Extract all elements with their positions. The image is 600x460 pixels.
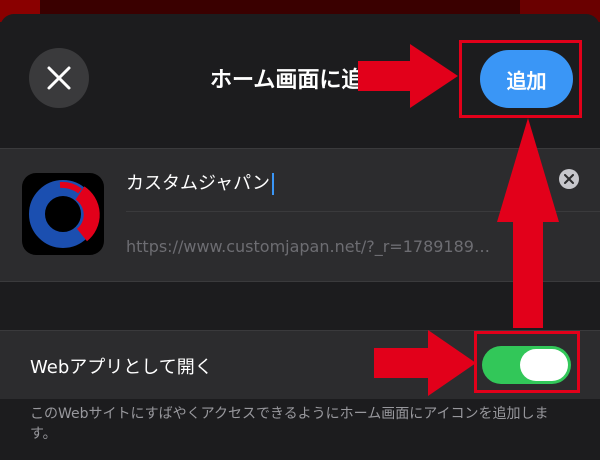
clear-button[interactable] — [559, 169, 579, 189]
description-text: このWebサイトにすばやくアクセスできるようにホーム画面にアイコンを追加します。 — [30, 406, 549, 442]
bookmark-name-text: カスタムジャパン — [126, 173, 270, 194]
close-button[interactable] — [29, 48, 89, 108]
web-app-label: Webアプリとして開く — [30, 357, 213, 378]
clear-icon — [564, 174, 574, 184]
add-button-highlight-box — [459, 40, 582, 118]
sheet-title: ホーム画面に追加 — [210, 68, 375, 93]
arrow-up-to-add-icon — [497, 118, 559, 328]
bookmark-name-field[interactable]: カスタムジャパン — [126, 169, 274, 195]
close-icon — [47, 66, 71, 90]
arrow-right-to-add-icon — [358, 44, 458, 108]
toggle-highlight-box — [474, 331, 580, 393]
custom-japan-logo — [22, 173, 104, 255]
arrow-right-to-toggle-icon — [374, 330, 476, 396]
text-caret — [272, 173, 274, 195]
